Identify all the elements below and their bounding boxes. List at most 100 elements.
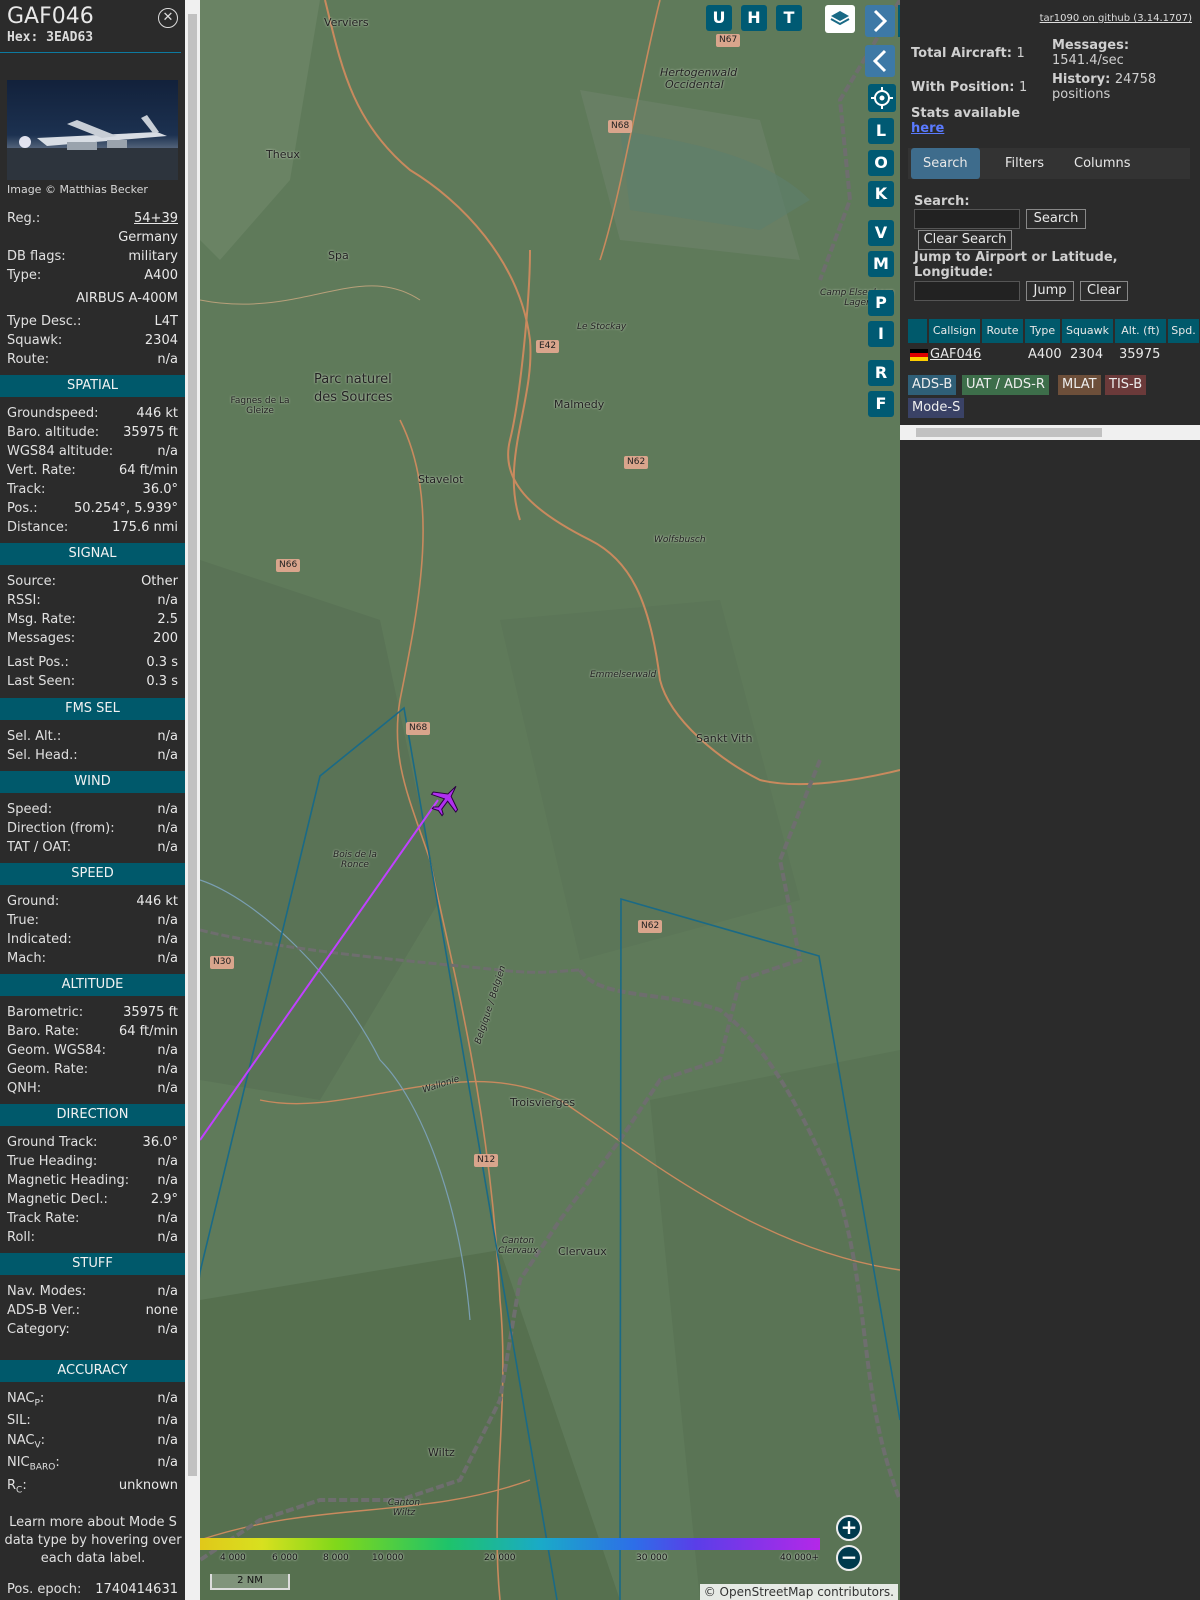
clear-button[interactable]: Clear: [1080, 281, 1128, 301]
info-row: NACV: n/a: [7, 1433, 178, 1451]
search-label: Search:: [914, 194, 970, 209]
info-row: Source: Other: [7, 574, 178, 589]
layers-icon[interactable]: [825, 5, 855, 33]
altitude-tick: 10 000: [372, 1553, 404, 1563]
table-row[interactable]: GAF046 A400 2304 35975: [908, 319, 1200, 365]
toggle-button-o[interactable]: O: [868, 150, 894, 176]
info-row: Last Pos.: 0.3 s: [7, 655, 178, 670]
search-button[interactable]: Search: [1026, 209, 1086, 229]
with-position: With Position: 1: [911, 80, 1028, 95]
section-speed: SPEED: [0, 863, 185, 885]
github-link[interactable]: tar1090 on github (3.14.1707): [1040, 13, 1192, 24]
gear-icon[interactable]: [868, 84, 896, 112]
info-row: Pos.: 50.254°, 5.939°: [7, 501, 178, 516]
section-accuracy: ACCURACY: [0, 1360, 185, 1382]
source-tag-mlat[interactable]: MLAT: [1058, 375, 1101, 395]
info-row: QNH: n/a: [7, 1081, 178, 1096]
map-label: Verviers: [324, 16, 369, 29]
toggle-button-v[interactable]: V: [868, 220, 894, 246]
chevron-right-icon[interactable]: [865, 5, 895, 37]
row-type: A400: [1028, 347, 1062, 362]
jump-label: Jump to Airport or Latitude, Longitude:: [914, 250, 1118, 280]
map-label: Le Stockay: [577, 322, 627, 332]
layer-button-u[interactable]: U: [706, 5, 732, 31]
info-row: ADS-B Ver.: none: [7, 1303, 178, 1318]
road-shield: N12: [474, 1154, 499, 1167]
plane-icon[interactable]: [428, 782, 464, 818]
info-row: Ground: 446 kt: [7, 894, 178, 909]
layer-button-t[interactable]: T: [776, 5, 802, 31]
scale-line: 2 NM: [210, 1574, 290, 1590]
road-shield: N68: [608, 120, 633, 133]
row-callsign[interactable]: GAF046: [930, 345, 981, 365]
reg-row: Reg.: 54+39: [7, 209, 178, 228]
reg-link[interactable]: 54+39: [134, 209, 178, 228]
toggle-button-p[interactable]: P: [868, 290, 894, 316]
toggle-button-l[interactable]: L: [868, 118, 894, 144]
info-row: RC: unknown: [7, 1478, 178, 1496]
tab-filters[interactable]: Filters: [993, 148, 1056, 179]
pos-epoch-row: Pos. epoch: 1740414631: [7, 1582, 178, 1597]
tab-search[interactable]: Search: [911, 148, 980, 179]
map-label: Spa: [328, 249, 349, 262]
map-label: Theux: [266, 148, 300, 161]
info-row: Messages: 200: [7, 631, 178, 646]
info-row: Vert. Rate: 64 ft/min: [7, 463, 178, 478]
map-label: Troisvierges: [510, 1096, 576, 1109]
aircraft-callsign: GAF046: [7, 4, 94, 29]
search-input[interactable]: [914, 209, 1020, 229]
info-row: Roll: n/a: [7, 1230, 178, 1245]
toggle-button-f[interactable]: F: [868, 391, 894, 417]
info-row: Groundspeed: 446 kt: [7, 406, 178, 421]
altitude-tick: 8 000: [323, 1553, 349, 1563]
table-horizontal-scrollbar[interactable]: [900, 425, 1200, 440]
messages-label: Messages:: [1052, 38, 1130, 53]
zoom-out-icon[interactable]: −: [836, 1545, 862, 1571]
info-scrollbar[interactable]: [185, 0, 200, 1600]
scrollbar-thumb[interactable]: [916, 428, 1102, 437]
info-row: SIL: n/a: [7, 1413, 178, 1428]
total-aircraft: Total Aircraft: 1: [911, 46, 1025, 61]
altitude-tick: 20 000: [484, 1553, 516, 1563]
info-row: TAT / OAT: n/a: [7, 840, 178, 855]
section-fms-sel: FMS SEL: [0, 698, 185, 720]
info-row: Last Seen: 0.3 s: [7, 674, 178, 689]
info-row: True: n/a: [7, 913, 178, 928]
map-attribution[interactable]: © OpenStreetMap contributors.: [699, 1584, 898, 1600]
aircraft-photo[interactable]: [7, 80, 178, 180]
map-label: Bois de la Ronce: [333, 850, 377, 870]
squawk-row: Squawk: 2304: [7, 333, 178, 348]
toggle-button-m[interactable]: M: [868, 251, 894, 277]
row-squawk: 2304: [1070, 347, 1104, 362]
chevron-left-icon[interactable]: [865, 45, 895, 77]
info-row: NACP: n/a: [7, 1391, 178, 1409]
info-row: WGS84 altitude: n/a: [7, 444, 178, 459]
toggle-button-i[interactable]: I: [868, 321, 894, 347]
jump-button[interactable]: Jump: [1026, 281, 1074, 301]
toggle-button-k[interactable]: K: [868, 181, 894, 207]
map-label: Clervaux: [558, 1245, 607, 1258]
db-flags-row: DB flags: military: [7, 249, 178, 264]
road-shield: N68: [406, 722, 431, 735]
map-view[interactable]: Verviers Theux Spa Parc naturel des Sour…: [200, 0, 900, 1600]
source-tag-tisb[interactable]: TIS-B: [1105, 375, 1147, 395]
zoom-in-icon[interactable]: +: [836, 1515, 862, 1541]
section-direction: DIRECTION: [0, 1104, 185, 1126]
info-row: Track: 36.0°: [7, 482, 178, 497]
source-tag-adsb[interactable]: ADS-B: [908, 375, 957, 395]
layer-button-h[interactable]: H: [741, 5, 767, 31]
info-row: Magnetic Decl.: 2.9°: [7, 1192, 178, 1207]
scrollbar-thumb[interactable]: [188, 14, 197, 1476]
road-shield: E42: [536, 340, 560, 353]
clear-search-button[interactable]: Clear Search: [918, 230, 1012, 250]
stats-link[interactable]: here: [911, 121, 944, 136]
jump-input[interactable]: [914, 281, 1020, 301]
source-tag-modes[interactable]: Mode-S: [908, 398, 965, 418]
german-flag-icon: [910, 349, 928, 361]
close-icon[interactable]: ✕: [158, 8, 178, 28]
info-row: Track Rate: n/a: [7, 1211, 178, 1226]
source-tag-uat[interactable]: UAT / ADS-R: [962, 375, 1049, 395]
tab-columns[interactable]: Columns: [1062, 148, 1143, 179]
toggle-button-r[interactable]: R: [868, 360, 894, 386]
aircraft-list-panel: tar1090 on github (3.14.1707) Total Airc…: [900, 0, 1200, 1600]
